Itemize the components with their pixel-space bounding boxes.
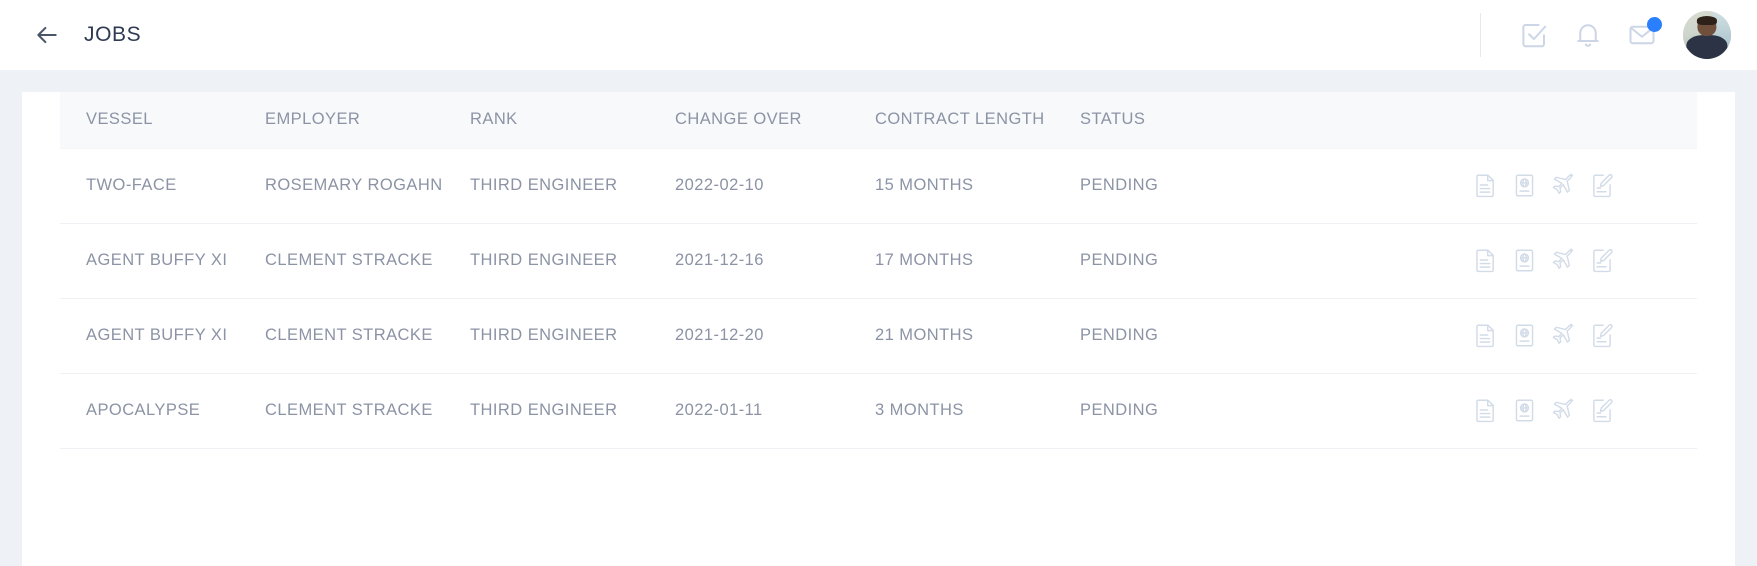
row-action-group [1295, 398, 1697, 424]
envelope-mail-icon[interactable] [1615, 11, 1669, 59]
cell-change-over: 2021-12-16 [675, 223, 875, 299]
cell-vessel: APOCALYPSE [60, 373, 265, 449]
airplane-icon[interactable] [1551, 398, 1575, 424]
avatar[interactable] [1683, 11, 1731, 59]
table-row[interactable]: TWO-FACE ROSEMARY ROGAHN THIRD ENGINEER 202… [60, 147, 1697, 224]
jobs-card: VESSEL EMPLOYER RANK CHANGE OVER CONTRAC… [22, 92, 1735, 566]
cell-actions [1295, 147, 1697, 224]
cell-rank: THIRD ENGINEER [470, 298, 675, 374]
top-bar-left-group: JOBS [32, 20, 141, 50]
cell-rank: THIRD ENGINEER [470, 223, 675, 299]
column-header-employer[interactable]: EMPLOYER [265, 92, 470, 148]
passport-icon[interactable] [1512, 248, 1536, 274]
cell-employer: CLEMENT STRACKE [265, 223, 470, 299]
row-action-group [1295, 173, 1697, 199]
cell-employer: CLEMENT STRACKE [265, 373, 470, 449]
cell-rank: THIRD ENGINEER [470, 373, 675, 449]
table-row[interactable]: APOCALYPSE CLEMENT STRACKE THIRD ENGINEER 2… [60, 373, 1697, 449]
cell-status: PENDING [1080, 298, 1295, 374]
passport-icon[interactable] [1512, 173, 1536, 199]
column-header-contract-length[interactable]: CONTRACT LENGTH [875, 92, 1080, 148]
document-icon[interactable] [1473, 248, 1497, 274]
edit-document-icon[interactable] [1590, 398, 1614, 424]
cell-status: PENDING [1080, 223, 1295, 299]
page-content: VESSEL EMPLOYER RANK CHANGE OVER CONTRAC… [0, 70, 1757, 566]
column-header-status[interactable]: STATUS [1080, 92, 1295, 148]
cell-contract-length: 21 MONTHS [875, 298, 1080, 374]
cell-change-over: 2022-02-10 [675, 147, 875, 224]
top-app-bar: JOBS [0, 0, 1757, 70]
cell-contract-length: 17 MONTHS [875, 223, 1080, 299]
cell-actions [1295, 223, 1697, 299]
cell-contract-length: 3 MONTHS [875, 373, 1080, 449]
vertical-divider [1480, 13, 1481, 57]
avatar-hair [1696, 16, 1718, 25]
document-icon[interactable] [1473, 398, 1497, 424]
arrow-left-icon[interactable] [32, 20, 62, 50]
bell-notification-icon[interactable] [1561, 11, 1615, 59]
table-row[interactable]: AGENT BUFFY XI CLEMENT STRACKE THIRD ENGIN… [60, 298, 1697, 374]
document-icon[interactable] [1473, 173, 1497, 199]
edit-document-icon[interactable] [1590, 248, 1614, 274]
avatar-torso [1686, 35, 1728, 59]
cell-actions [1295, 298, 1697, 374]
cell-vessel: AGENT BUFFY XI [60, 298, 265, 374]
jobs-table: VESSEL EMPLOYER RANK CHANGE OVER CONTRAC… [60, 92, 1697, 449]
status-badge [1647, 17, 1662, 32]
cell-employer: CLEMENT STRACKE [265, 298, 470, 374]
cell-change-over: 2022-01-11 [675, 373, 875, 449]
row-action-group [1295, 323, 1697, 349]
column-header-change-over[interactable]: CHANGE OVER [675, 92, 875, 148]
cell-change-over: 2021-12-20 [675, 298, 875, 374]
edit-document-icon[interactable] [1590, 173, 1614, 199]
airplane-icon[interactable] [1551, 248, 1575, 274]
cell-vessel: AGENT BUFFY XI [60, 223, 265, 299]
passport-icon[interactable] [1512, 323, 1536, 349]
top-bar-right-group [1480, 11, 1731, 59]
airplane-icon[interactable] [1551, 173, 1575, 199]
column-header-vessel[interactable]: VESSEL [60, 92, 265, 148]
table-header: VESSEL EMPLOYER RANK CHANGE OVER CONTRAC… [60, 92, 1697, 148]
column-header-actions [1295, 92, 1697, 148]
table-row[interactable]: AGENT BUFFY XI CLEMENT STRACKE THIRD ENGIN… [60, 223, 1697, 299]
passport-icon[interactable] [1512, 398, 1536, 424]
column-header-rank[interactable]: RANK [470, 92, 675, 148]
page-title: JOBS [84, 23, 142, 46]
airplane-icon[interactable] [1551, 323, 1575, 349]
cell-contract-length: 15 MONTHS [875, 147, 1080, 224]
cell-actions [1295, 373, 1697, 449]
table-body: TWO-FACE ROSEMARY ROGAHN THIRD ENGINEER 202… [60, 147, 1697, 449]
document-icon[interactable] [1473, 323, 1497, 349]
table-header-row: VESSEL EMPLOYER RANK CHANGE OVER CONTRAC… [60, 92, 1697, 148]
edit-document-icon[interactable] [1590, 323, 1614, 349]
cell-status: PENDING [1080, 147, 1295, 224]
row-action-group [1295, 248, 1697, 274]
cell-status: PENDING [1080, 373, 1295, 449]
cell-rank: THIRD ENGINEER [470, 147, 675, 224]
checkbox-task-icon[interactable] [1507, 11, 1561, 59]
cell-employer: ROSEMARY ROGAHN [265, 147, 470, 224]
cell-vessel: TWO-FACE [60, 147, 265, 224]
